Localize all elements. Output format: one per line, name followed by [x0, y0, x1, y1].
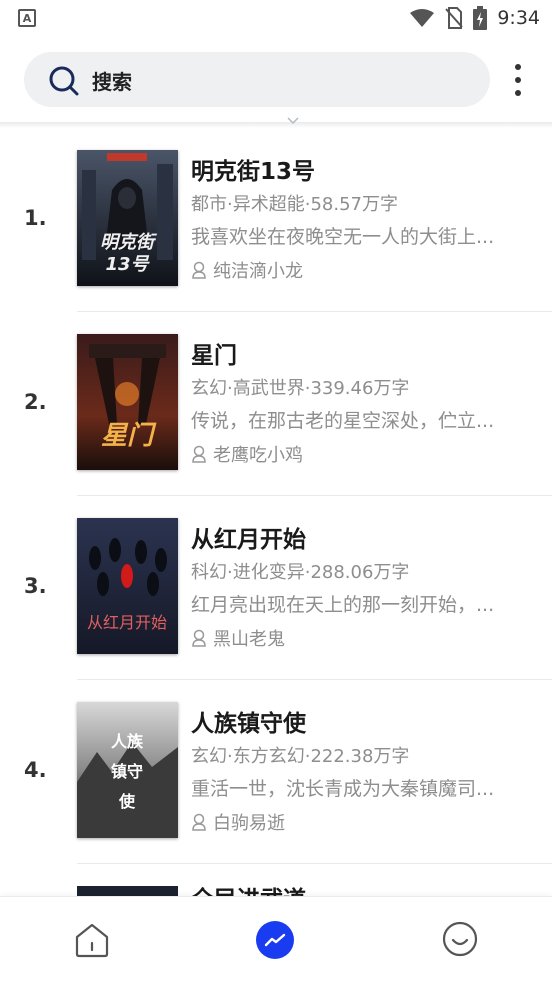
no-sim-icon	[445, 7, 464, 29]
book-title: 星门	[191, 343, 237, 369]
more-options-button[interactable]	[508, 64, 528, 96]
status-icons: 9:34	[409, 6, 540, 30]
home-icon[interactable]	[73, 921, 111, 959]
author-icon	[192, 445, 206, 463]
book-cover[interactable]: 星门	[77, 334, 178, 470]
bottom-navigation	[0, 896, 552, 984]
book-meta: 玄幻·高武世界·339.46万字	[191, 378, 410, 399]
svg-text:镇守: 镇守	[111, 762, 143, 781]
book-author: 白驹易逝	[191, 809, 285, 835]
book-author: 黑山老鬼	[191, 625, 285, 651]
book-list-item[interactable]: 2. 星门 星门 玄幻·高武世界·339.46万字 传说，在那古老的星空深处，伫…	[0, 312, 552, 496]
book-description: 红月亮出现在天上的那一刻开始，...	[191, 594, 495, 616]
book-description: 我喜欢坐在夜晚空无一人的大街上...	[191, 226, 495, 248]
book-meta: 玄幻·东方玄幻·222.38万字	[191, 746, 410, 767]
tab-ranking[interactable]	[256, 921, 294, 959]
svg-text:从红月开始: 从红月开始	[87, 613, 167, 632]
svg-text:明克街: 明克街	[100, 232, 157, 253]
book-title: 从红月开始	[191, 527, 306, 553]
battery-charging-icon	[473, 6, 488, 30]
svg-text:星门: 星门	[101, 421, 157, 451]
author-icon	[192, 813, 206, 831]
wifi-icon	[410, 9, 435, 27]
author-icon	[192, 261, 206, 279]
app-notification-icon: A	[18, 9, 36, 27]
more-vertical-icon	[515, 64, 521, 70]
book-list-item[interactable]: 3. 从红月开始 从红月开始 科幻·进化变异·288.06万字 红月亮出现在天上…	[0, 496, 552, 680]
author-name: 老鹰吃小鸡	[213, 445, 303, 466]
book-title-partial: 全民进武道	[191, 884, 351, 896]
book-cover[interactable]: 人族 镇守 使	[77, 702, 178, 838]
book-meta: 都市·异术超能·58.57万字	[191, 194, 398, 215]
book-list-item[interactable]: 1. 明克街 13号 明克街13号 都市·异术超能·58.57万字 我喜欢坐在夜…	[0, 128, 552, 312]
book-author: 老鹰吃小鸡	[191, 441, 303, 467]
svg-text:13号: 13号	[105, 254, 150, 275]
book-meta: 科幻·进化变异·288.06万字	[191, 562, 410, 583]
book-description: 传说，在那古老的星空深处，伫立...	[191, 410, 495, 432]
rank-number: 4.	[24, 758, 47, 782]
profile-smile-icon[interactable]	[441, 920, 479, 958]
book-description: 重活一世，沈长青成为大秦镇魔司...	[191, 778, 495, 800]
author-name: 纯洁滴小龙	[213, 261, 303, 282]
rank-number: 2.	[24, 390, 47, 414]
divider	[77, 863, 552, 864]
chevron-down-icon	[287, 117, 299, 125]
author-name: 黑山老鬼	[213, 629, 285, 650]
trending-icon	[264, 933, 286, 947]
status-bar: A 9:34	[0, 0, 552, 40]
book-list-item[interactable]: 4. 人族 镇守 使 人族镇守使 玄幻·东方玄幻·222.38万字 重活一世，沈…	[0, 680, 552, 864]
book-title: 人族镇守使	[191, 711, 306, 737]
book-author: 纯洁滴小龙	[191, 257, 303, 283]
book-cover[interactable]: 明克街 13号	[77, 150, 178, 286]
book-ranking-list: 1. 明克街 13号 明克街13号 都市·异术超能·58.57万字 我喜欢坐在夜…	[0, 128, 552, 864]
search-icon	[49, 66, 79, 96]
search-bar[interactable]: 搜索	[24, 52, 490, 107]
rank-number: 1.	[24, 206, 47, 230]
svg-text:人族: 人族	[111, 732, 144, 751]
book-cover[interactable]: 从红月开始	[77, 518, 178, 654]
svg-text:使: 使	[118, 792, 136, 811]
author-icon	[192, 629, 206, 647]
author-name: 白驹易逝	[213, 813, 285, 834]
rank-number: 3.	[24, 574, 47, 598]
book-title: 明克街13号	[191, 159, 316, 185]
clock: 9:34	[497, 7, 540, 29]
search-label: 搜索	[92, 70, 132, 94]
